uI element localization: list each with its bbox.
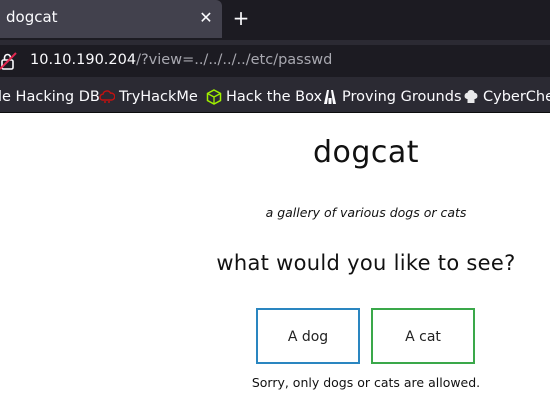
bookmark-hack-the-box[interactable]: Hack the Box <box>206 87 322 107</box>
bookmark-label: Hack the Box <box>226 89 323 105</box>
tab-dogcat[interactable]: dogcat ✕ <box>0 0 222 38</box>
warning-message: Sorry, only dogs or cats are allowed. <box>251 375 481 390</box>
page-content: dogcat a gallery of various dogs or cats… <box>0 113 550 408</box>
navigation-bar: 10.10.190.204/?view=../../../../etc/pass… <box>0 40 550 82</box>
tryhackme-icon <box>99 89 116 105</box>
hackthebox-icon <box>206 89 222 105</box>
url-path: /?view=../../../../etc/passwd <box>136 52 333 68</box>
bookmark-label: TryHackMe <box>119 89 198 105</box>
url-bar[interactable]: 10.10.190.204/?view=../../../../etc/pass… <box>0 45 550 77</box>
cat-button[interactable]: A cat <box>371 308 475 364</box>
bookmarks-bar: le Hacking DB TryHackMe Hack the Box Pro… <box>0 82 550 113</box>
url-host: 10.10.190.204 <box>30 52 137 68</box>
close-tab-icon[interactable]: ✕ <box>196 7 216 29</box>
bookmark-proving-grounds[interactable]: Proving Grounds <box>322 87 462 107</box>
proving-grounds-icon <box>322 89 338 105</box>
page-title: dogcat <box>312 135 420 170</box>
bookmark-exploit-db[interactable]: le Hacking DB <box>0 87 106 107</box>
dog-button[interactable]: A dog <box>256 308 360 364</box>
cyberchef-icon <box>463 89 479 105</box>
bookmark-label: CyberChef <box>483 89 550 105</box>
bookmark-label: Proving Grounds <box>342 89 462 105</box>
tab-title: dogcat <box>6 8 58 26</box>
bookmark-cyberchef[interactable]: CyberChef <box>463 87 550 107</box>
page-question: what would you like to see? <box>216 251 516 275</box>
bookmark-tryhackme[interactable]: TryHackMe <box>99 87 198 107</box>
page-subtitle: a gallery of various dogs or cats <box>265 205 467 220</box>
browser-window: dogcat ✕ + 10.10.190.204/?view=../../../… <box>0 0 550 408</box>
tab-bar: dogcat ✕ + <box>0 0 550 40</box>
bookmark-label: le Hacking DB <box>0 89 100 105</box>
insecure-lock-icon[interactable] <box>0 52 20 70</box>
url-text[interactable]: 10.10.190.204/?view=../../../../etc/pass… <box>30 52 332 68</box>
new-tab-button[interactable]: + <box>230 6 252 30</box>
